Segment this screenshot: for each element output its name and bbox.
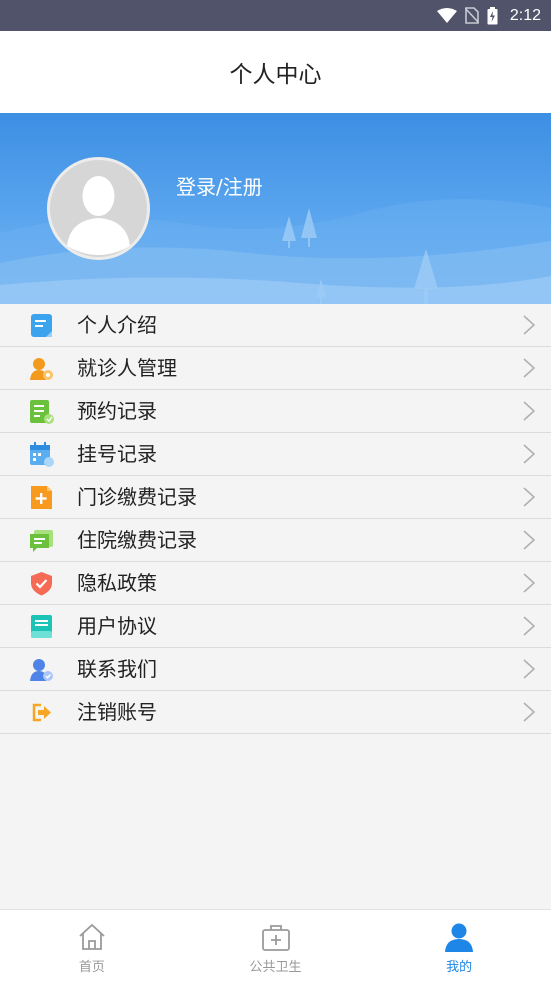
appointment-list-icon — [30, 400, 54, 424]
bottom-tab-bar: 首页 公共卫生 我的 — [0, 909, 551, 982]
no-sim-icon — [464, 7, 479, 24]
clock: 2:12 — [509, 6, 541, 24]
inpatient-payment-icon — [30, 530, 53, 552]
profile-banner: 登录/注册 — [0, 113, 551, 304]
chevron-right-icon — [523, 659, 535, 679]
page-title: 个人中心 — [229, 62, 322, 88]
menu-item-label: 住院缴费记录 — [77, 528, 197, 552]
menu-item-label: 隐私政策 — [77, 571, 157, 595]
menu-item-label: 预约记录 — [77, 399, 157, 423]
profile-card-icon — [31, 314, 52, 337]
menu-item-label: 就诊人管理 — [77, 356, 177, 380]
contact-user-icon — [30, 659, 53, 681]
tab-mine[interactable]: 我的 — [367, 910, 551, 982]
login-register-link[interactable]: 登录/注册 — [176, 171, 263, 200]
chevron-right-icon — [523, 573, 535, 593]
tab-home[interactable]: 首页 — [0, 910, 184, 982]
menu-item-appointment-records[interactable]: 预约记录 — [0, 390, 551, 433]
agreement-document-icon — [31, 615, 52, 638]
menu-item-user-agreement[interactable]: 用户协议 — [0, 605, 551, 648]
menu-item-patient-management[interactable]: 就诊人管理 — [0, 347, 551, 390]
menu-item-label: 个人介绍 — [77, 313, 157, 337]
default-user-avatar-icon — [67, 176, 130, 255]
chevron-right-icon — [523, 315, 535, 335]
wifi-icon — [436, 7, 457, 23]
tab-label: 我的 — [446, 960, 473, 975]
chevron-right-icon — [523, 401, 535, 421]
profile-menu: 个人介绍 就诊人管理 预约记录 挂号记录 门诊缴费记录 住院缴费记录 隐私政策 … — [0, 304, 551, 734]
menu-item-label: 用户协议 — [77, 614, 157, 638]
avatar[interactable] — [47, 157, 150, 260]
menu-item-contact-us[interactable]: 联系我们 — [0, 648, 551, 691]
shield-check-icon — [31, 572, 52, 596]
menu-item-label: 门诊缴费记录 — [77, 485, 197, 509]
home-icon — [79, 923, 105, 950]
menu-item-inpatient-payment-records[interactable]: 住院缴费记录 — [0, 519, 551, 562]
outpatient-payment-icon — [31, 486, 52, 509]
menu-item-outpatient-payment-records[interactable]: 门诊缴费记录 — [0, 476, 551, 519]
tab-label: 公共卫生 — [249, 960, 302, 975]
menu-item-personal-intro[interactable]: 个人介绍 — [0, 304, 551, 347]
tab-label: 首页 — [78, 960, 105, 975]
title-bar: 个人中心 — [0, 31, 551, 113]
tab-public-health[interactable]: 公共卫生 — [184, 910, 368, 982]
menu-item-label: 注销账号 — [77, 700, 157, 724]
chevron-right-icon — [523, 616, 535, 636]
logout-arrow-icon — [32, 703, 51, 722]
chevron-right-icon — [523, 487, 535, 507]
calendar-icon — [30, 442, 54, 467]
status-bar: 2:12 — [0, 0, 551, 31]
chevron-right-icon — [523, 444, 535, 464]
chevron-right-icon — [523, 530, 535, 550]
menu-item-label: 挂号记录 — [77, 442, 157, 466]
menu-item-label: 联系我们 — [77, 657, 157, 681]
chevron-right-icon — [523, 702, 535, 722]
menu-item-delete-account[interactable]: 注销账号 — [0, 691, 551, 734]
medical-kit-icon — [261, 925, 290, 951]
menu-item-registration-records[interactable]: 挂号记录 — [0, 433, 551, 476]
chevron-right-icon — [523, 358, 535, 378]
status-icons: 2:12 — [436, 0, 541, 31]
patient-user-icon — [30, 358, 53, 380]
menu-item-privacy-policy[interactable]: 隐私政策 — [0, 562, 551, 605]
user-icon — [445, 923, 474, 952]
battery-charging-icon — [487, 6, 498, 24]
